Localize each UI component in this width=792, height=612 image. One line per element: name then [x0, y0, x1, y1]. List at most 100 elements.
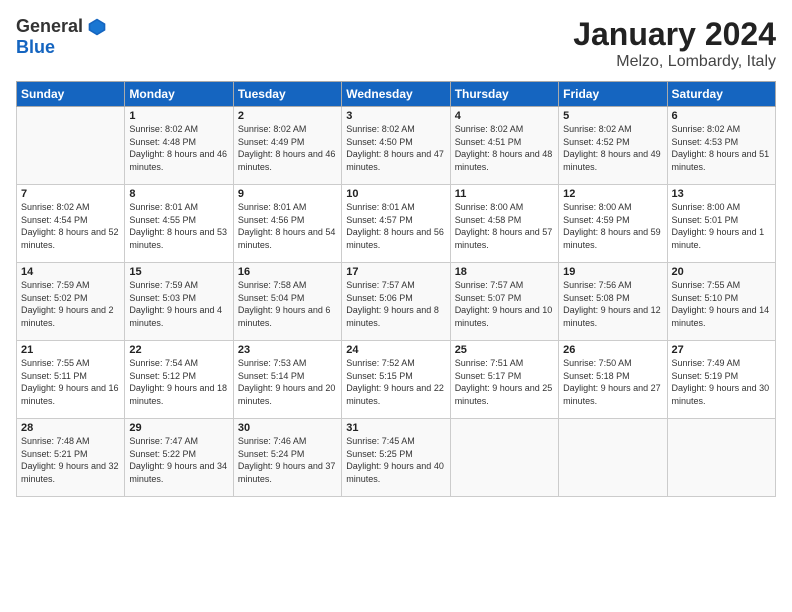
day-number: 27: [672, 344, 771, 356]
cell-4-0: 28Sunrise: 7:48 AMSunset: 5:21 PMDayligh…: [17, 419, 125, 497]
cell-4-2: 30Sunrise: 7:46 AMSunset: 5:24 PMDayligh…: [233, 419, 341, 497]
day-number: 6: [672, 110, 771, 122]
week-row-0: 1Sunrise: 8:02 AMSunset: 4:48 PMDaylight…: [17, 107, 776, 185]
day-number: 31: [346, 422, 445, 434]
week-row-2: 14Sunrise: 7:59 AMSunset: 5:02 PMDayligh…: [17, 263, 776, 341]
cell-0-2: 2Sunrise: 8:02 AMSunset: 4:49 PMDaylight…: [233, 107, 341, 185]
logo-blue-text: Blue: [16, 37, 55, 58]
calendar-table: Sunday Monday Tuesday Wednesday Thursday…: [16, 81, 776, 497]
cell-info: Sunrise: 8:01 AMSunset: 4:57 PMDaylight:…: [346, 201, 445, 251]
cell-info: Sunrise: 7:52 AMSunset: 5:15 PMDaylight:…: [346, 357, 445, 407]
cell-2-2: 16Sunrise: 7:58 AMSunset: 5:04 PMDayligh…: [233, 263, 341, 341]
logo: General Blue: [16, 16, 107, 58]
col-thursday: Thursday: [450, 82, 558, 107]
cell-2-1: 15Sunrise: 7:59 AMSunset: 5:03 PMDayligh…: [125, 263, 233, 341]
day-number: 14: [21, 266, 120, 278]
day-number: 9: [238, 188, 337, 200]
cell-info: Sunrise: 7:55 AMSunset: 5:10 PMDaylight:…: [672, 279, 771, 329]
table-header: Sunday Monday Tuesday Wednesday Thursday…: [17, 82, 776, 107]
cell-2-0: 14Sunrise: 7:59 AMSunset: 5:02 PMDayligh…: [17, 263, 125, 341]
cell-info: Sunrise: 7:57 AMSunset: 5:06 PMDaylight:…: [346, 279, 445, 329]
day-number: 15: [129, 266, 228, 278]
col-monday: Monday: [125, 82, 233, 107]
title-block: January 2024 Melzo, Lombardy, Italy: [573, 16, 776, 71]
week-row-4: 28Sunrise: 7:48 AMSunset: 5:21 PMDayligh…: [17, 419, 776, 497]
cell-info: Sunrise: 7:50 AMSunset: 5:18 PMDaylight:…: [563, 357, 662, 407]
col-tuesday: Tuesday: [233, 82, 341, 107]
cell-1-6: 13Sunrise: 8:00 AMSunset: 5:01 PMDayligh…: [667, 185, 775, 263]
cell-info: Sunrise: 8:02 AMSunset: 4:53 PMDaylight:…: [672, 123, 771, 173]
day-number: 25: [455, 344, 554, 356]
cell-info: Sunrise: 8:00 AMSunset: 4:58 PMDaylight:…: [455, 201, 554, 251]
day-number: 7: [21, 188, 120, 200]
cell-info: Sunrise: 7:55 AMSunset: 5:11 PMDaylight:…: [21, 357, 120, 407]
day-number: 12: [563, 188, 662, 200]
calendar-container: General Blue January 2024 Melzo, Lombard…: [0, 0, 792, 612]
col-saturday: Saturday: [667, 82, 775, 107]
cell-info: Sunrise: 8:02 AMSunset: 4:48 PMDaylight:…: [129, 123, 228, 173]
cell-4-1: 29Sunrise: 7:47 AMSunset: 5:22 PMDayligh…: [125, 419, 233, 497]
cell-info: Sunrise: 8:01 AMSunset: 4:56 PMDaylight:…: [238, 201, 337, 251]
cell-info: Sunrise: 8:01 AMSunset: 4:55 PMDaylight:…: [129, 201, 228, 251]
cell-info: Sunrise: 7:48 AMSunset: 5:21 PMDaylight:…: [21, 435, 120, 485]
day-number: 24: [346, 344, 445, 356]
cell-0-0: [17, 107, 125, 185]
week-row-3: 21Sunrise: 7:55 AMSunset: 5:11 PMDayligh…: [17, 341, 776, 419]
day-number: 19: [563, 266, 662, 278]
cell-info: Sunrise: 8:02 AMSunset: 4:52 PMDaylight:…: [563, 123, 662, 173]
day-number: 28: [21, 422, 120, 434]
cell-1-5: 12Sunrise: 8:00 AMSunset: 4:59 PMDayligh…: [559, 185, 667, 263]
cell-3-1: 22Sunrise: 7:54 AMSunset: 5:12 PMDayligh…: [125, 341, 233, 419]
cell-1-1: 8Sunrise: 8:01 AMSunset: 4:55 PMDaylight…: [125, 185, 233, 263]
day-number: 18: [455, 266, 554, 278]
cell-2-3: 17Sunrise: 7:57 AMSunset: 5:06 PMDayligh…: [342, 263, 450, 341]
cell-info: Sunrise: 7:54 AMSunset: 5:12 PMDaylight:…: [129, 357, 228, 407]
cell-info: Sunrise: 7:51 AMSunset: 5:17 PMDaylight:…: [455, 357, 554, 407]
cell-info: Sunrise: 8:02 AMSunset: 4:49 PMDaylight:…: [238, 123, 337, 173]
cell-3-6: 27Sunrise: 7:49 AMSunset: 5:19 PMDayligh…: [667, 341, 775, 419]
day-number: 29: [129, 422, 228, 434]
cell-4-5: [559, 419, 667, 497]
cell-info: Sunrise: 8:02 AMSunset: 4:54 PMDaylight:…: [21, 201, 120, 251]
cell-0-4: 4Sunrise: 8:02 AMSunset: 4:51 PMDaylight…: [450, 107, 558, 185]
cell-1-3: 10Sunrise: 8:01 AMSunset: 4:57 PMDayligh…: [342, 185, 450, 263]
cell-info: Sunrise: 8:00 AMSunset: 5:01 PMDaylight:…: [672, 201, 771, 251]
col-sunday: Sunday: [17, 82, 125, 107]
day-number: 10: [346, 188, 445, 200]
day-number: 23: [238, 344, 337, 356]
cell-4-3: 31Sunrise: 7:45 AMSunset: 5:25 PMDayligh…: [342, 419, 450, 497]
header-row: Sunday Monday Tuesday Wednesday Thursday…: [17, 82, 776, 107]
day-number: 2: [238, 110, 337, 122]
cell-1-4: 11Sunrise: 8:00 AMSunset: 4:58 PMDayligh…: [450, 185, 558, 263]
col-friday: Friday: [559, 82, 667, 107]
cell-info: Sunrise: 7:59 AMSunset: 5:02 PMDaylight:…: [21, 279, 120, 329]
cell-2-5: 19Sunrise: 7:56 AMSunset: 5:08 PMDayligh…: [559, 263, 667, 341]
cell-3-3: 24Sunrise: 7:52 AMSunset: 5:15 PMDayligh…: [342, 341, 450, 419]
day-number: 21: [21, 344, 120, 356]
cell-info: Sunrise: 8:00 AMSunset: 4:59 PMDaylight:…: [563, 201, 662, 251]
cell-info: Sunrise: 7:58 AMSunset: 5:04 PMDaylight:…: [238, 279, 337, 329]
cell-1-0: 7Sunrise: 8:02 AMSunset: 4:54 PMDaylight…: [17, 185, 125, 263]
cell-info: Sunrise: 7:57 AMSunset: 5:07 PMDaylight:…: [455, 279, 554, 329]
calendar-body: 1Sunrise: 8:02 AMSunset: 4:48 PMDaylight…: [17, 107, 776, 497]
cell-info: Sunrise: 7:47 AMSunset: 5:22 PMDaylight:…: [129, 435, 228, 485]
cell-info: Sunrise: 7:49 AMSunset: 5:19 PMDaylight:…: [672, 357, 771, 407]
cell-0-1: 1Sunrise: 8:02 AMSunset: 4:48 PMDaylight…: [125, 107, 233, 185]
main-title: January 2024: [573, 16, 776, 53]
day-number: 30: [238, 422, 337, 434]
cell-0-6: 6Sunrise: 8:02 AMSunset: 4:53 PMDaylight…: [667, 107, 775, 185]
cell-0-3: 3Sunrise: 8:02 AMSunset: 4:50 PMDaylight…: [342, 107, 450, 185]
cell-2-6: 20Sunrise: 7:55 AMSunset: 5:10 PMDayligh…: [667, 263, 775, 341]
day-number: 16: [238, 266, 337, 278]
cell-4-4: [450, 419, 558, 497]
header: General Blue January 2024 Melzo, Lombard…: [16, 16, 776, 71]
col-wednesday: Wednesday: [342, 82, 450, 107]
cell-info: Sunrise: 7:46 AMSunset: 5:24 PMDaylight:…: [238, 435, 337, 485]
cell-0-5: 5Sunrise: 8:02 AMSunset: 4:52 PMDaylight…: [559, 107, 667, 185]
cell-3-4: 25Sunrise: 7:51 AMSunset: 5:17 PMDayligh…: [450, 341, 558, 419]
day-number: 26: [563, 344, 662, 356]
cell-3-5: 26Sunrise: 7:50 AMSunset: 5:18 PMDayligh…: [559, 341, 667, 419]
subtitle: Melzo, Lombardy, Italy: [573, 53, 776, 71]
cell-3-2: 23Sunrise: 7:53 AMSunset: 5:14 PMDayligh…: [233, 341, 341, 419]
cell-2-4: 18Sunrise: 7:57 AMSunset: 5:07 PMDayligh…: [450, 263, 558, 341]
